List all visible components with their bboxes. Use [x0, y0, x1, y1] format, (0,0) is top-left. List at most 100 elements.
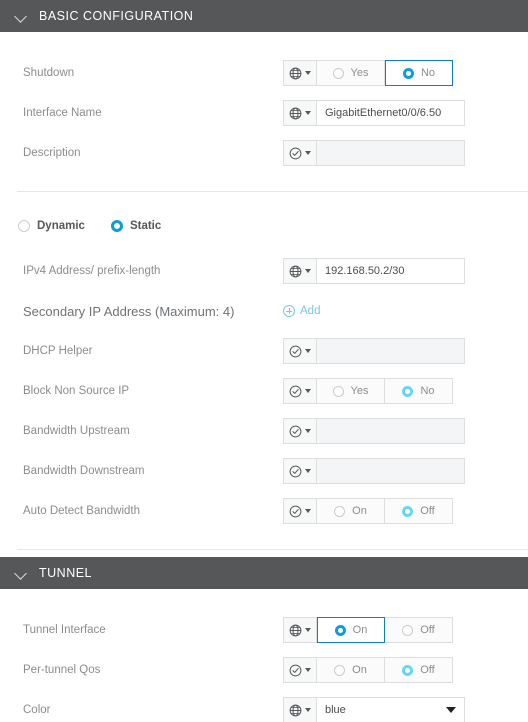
scope-check-button[interactable] [283, 498, 317, 524]
scope-check-button[interactable] [283, 140, 317, 166]
color-selected-value: blue [325, 704, 346, 716]
radio-option-off[interactable]: Off [385, 617, 453, 643]
field-control: blue [283, 697, 465, 722]
section-header-basic-configuration[interactable]: BASIC CONFIGURATION [0, 0, 528, 32]
radio-label: On [352, 664, 367, 676]
check-circle-icon [289, 385, 302, 397]
field-row-tunnel-interface: Tunnel Interface On Off [0, 610, 528, 650]
scope-check-button[interactable] [283, 657, 317, 683]
globe-icon [289, 624, 302, 636]
scope-globe-button[interactable] [283, 258, 317, 284]
scope-globe-button[interactable] [283, 697, 317, 722]
radio-option-yes[interactable]: Yes [317, 60, 385, 86]
field-label: Secondary IP Address (Maximum: 4) [23, 303, 235, 319]
radio-group-address-mode: Dynamic Static [0, 211, 528, 241]
check-circle-icon [289, 505, 302, 517]
field-label: Bandwidth Upstream [23, 425, 130, 437]
scope-check-button[interactable] [283, 458, 317, 484]
field-row-description: Description [0, 133, 528, 173]
ipv4-address-input[interactable]: 192.168.50.2/30 [317, 258, 465, 284]
field-control: 192.168.50.2/30 [283, 258, 465, 284]
radio-label: Yes [350, 385, 369, 397]
radio-label: Off [420, 505, 435, 517]
scope-check-button[interactable] [283, 418, 317, 444]
field-control: GigabitEthernet0/0/6.50 [283, 100, 465, 126]
chevron-down-icon [14, 566, 28, 580]
field-row-secondary-ip-address: Secondary IP Address (Maximum: 4) Add [0, 291, 528, 331]
chevron-down-icon [305, 349, 311, 353]
globe-icon [289, 704, 302, 716]
radio-option-off[interactable]: Off [385, 657, 453, 683]
chevron-down-icon [305, 668, 311, 672]
scope-globe-button[interactable] [283, 617, 317, 643]
radio-label: Dynamic [37, 220, 85, 232]
scope-globe-button[interactable] [283, 100, 317, 126]
radio-option-off[interactable]: Off [385, 498, 453, 524]
field-label: Bandwidth Downstream [23, 465, 145, 477]
interface-name-input[interactable]: GigabitEthernet0/0/6.50 [317, 100, 465, 126]
bandwidth-downstream-input[interactable] [317, 458, 465, 484]
field-label: IPv4 Address/ prefix-length [23, 265, 161, 277]
scope-check-button[interactable] [283, 378, 317, 404]
field-row-bandwidth-upstream: Bandwidth Upstream [0, 411, 528, 451]
field-control [283, 140, 465, 166]
radio-dot [402, 624, 414, 636]
radio-dot-selected [402, 385, 414, 397]
radio-dot-selected [402, 505, 414, 517]
radio-group-per-tunnel-qos: On Off [317, 657, 453, 683]
plus-circle-icon [283, 305, 295, 317]
check-circle-icon [289, 465, 302, 477]
description-input[interactable] [317, 140, 465, 166]
field-label: Block Non Source IP [23, 385, 130, 397]
interface-configuration-panel: BASIC CONFIGURATION Shutdown Yes No Inte… [0, 0, 528, 722]
check-circle-icon [289, 664, 302, 676]
radio-label: Yes [350, 67, 369, 79]
field-label: Shutdown [23, 67, 75, 79]
radio-dot [334, 505, 346, 517]
radio-dot [334, 664, 346, 676]
field-control: Yes No [283, 378, 453, 404]
scope-globe-button[interactable] [283, 60, 317, 86]
color-dropdown[interactable]: blue [317, 697, 465, 722]
radio-dot-selected [110, 220, 123, 232]
radio-option-dynamic[interactable]: Dynamic [18, 220, 85, 232]
radio-group-shutdown: Yes No [317, 60, 453, 86]
field-row-color: Color blue [0, 690, 528, 722]
globe-icon [289, 107, 302, 119]
globe-icon [289, 67, 302, 79]
scope-check-button[interactable] [283, 338, 317, 364]
radio-option-on[interactable]: On [317, 657, 385, 683]
radio-dot-selected [402, 664, 414, 676]
field-row-block-non-source-ip: Block Non Source IP Yes No [0, 371, 528, 411]
add-secondary-ip-button[interactable]: Add [283, 305, 320, 317]
field-row-auto-detect-bandwidth: Auto Detect Bandwidth On Off [0, 491, 528, 531]
radio-option-no[interactable]: No [385, 60, 453, 86]
dhcp-helper-input[interactable] [317, 338, 465, 364]
field-row-dhcp-helper: DHCP Helper [0, 331, 528, 371]
section-header-tunnel[interactable]: TUNNEL [0, 557, 528, 589]
field-control [283, 458, 465, 484]
chevron-down-icon [14, 9, 28, 23]
radio-option-on[interactable]: On [317, 617, 385, 643]
radio-dot-selected [402, 67, 414, 79]
radio-group-block-non-source-ip: Yes No [317, 378, 453, 404]
radio-label: No [420, 67, 436, 79]
radio-option-yes[interactable]: Yes [317, 378, 385, 404]
radio-option-no[interactable]: No [385, 378, 453, 404]
radio-option-static[interactable]: Static [110, 220, 161, 232]
field-label: Auto Detect Bandwidth [23, 505, 140, 517]
field-label: Interface Name [23, 107, 102, 119]
field-label: DHCP Helper [23, 345, 93, 357]
field-control: On Off [283, 617, 453, 643]
chevron-down-icon [305, 628, 311, 632]
bandwidth-upstream-input[interactable] [317, 418, 465, 444]
radio-option-on[interactable]: On [317, 498, 385, 524]
radio-label: On [352, 624, 368, 636]
field-label: Description [23, 147, 81, 159]
field-row-ipv4-address: IPv4 Address/ prefix-length 192.168.50.2… [0, 251, 528, 291]
